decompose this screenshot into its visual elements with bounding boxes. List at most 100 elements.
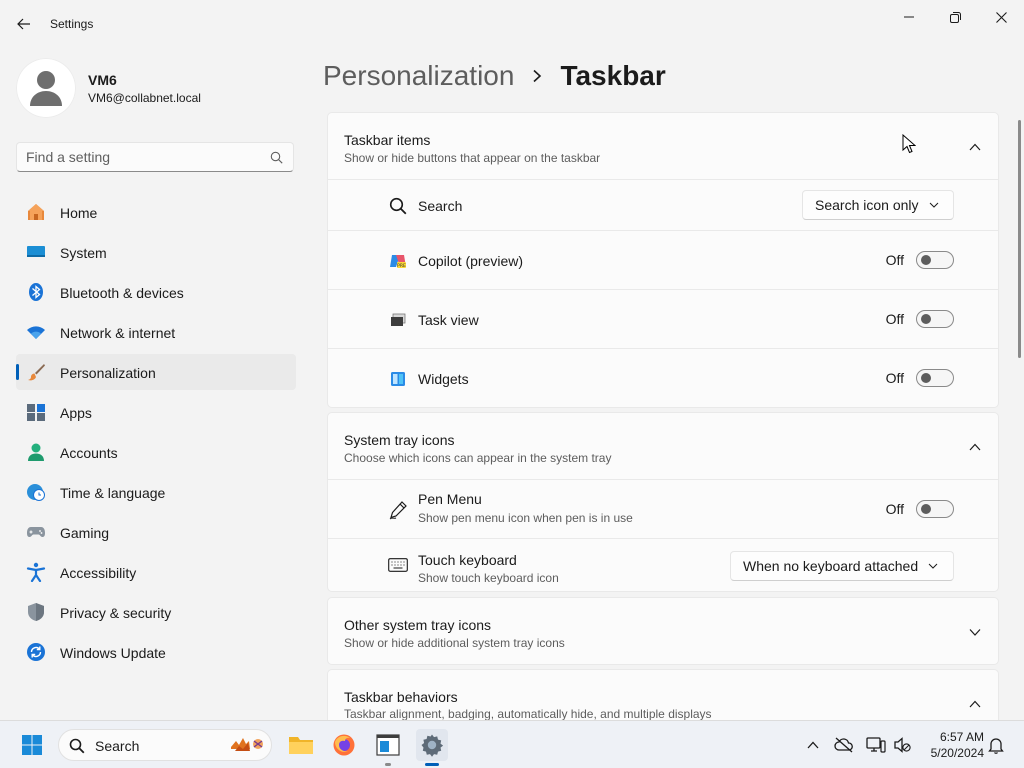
settings-search[interactable] xyxy=(16,142,294,172)
taskbar-app-button[interactable] xyxy=(372,729,404,766)
toggle-switch[interactable] xyxy=(916,500,954,518)
mouse-cursor-icon xyxy=(902,134,916,154)
brush-icon xyxy=(26,362,46,382)
search-row: Search Search icon only xyxy=(328,179,998,230)
toggle-switch[interactable] xyxy=(916,369,954,387)
toggle-switch[interactable] xyxy=(916,251,954,269)
touch-keyboard-row: Touch keyboard Show touch keyboard icon … xyxy=(328,538,998,591)
search-highlight-icon xyxy=(231,738,263,751)
taskbar-items-card: Taskbar items Show or hide buttons that … xyxy=(327,112,999,408)
pen-menu-row: Pen Menu Show pen menu icon when pen is … xyxy=(328,479,998,538)
notification-bell-icon[interactable] xyxy=(986,735,1006,755)
sidebar-item-gaming[interactable]: Gaming xyxy=(16,514,296,550)
task-view-icon xyxy=(388,310,408,330)
maximize-button[interactable] xyxy=(932,4,978,30)
copilot-icon: PRE xyxy=(388,251,408,271)
svg-text:PRE: PRE xyxy=(397,263,406,269)
firefox-icon xyxy=(333,734,355,756)
gear-icon xyxy=(421,734,444,757)
windows-taskbar: Search 6:57 AM 5/20/2024 xyxy=(0,720,1024,768)
show-hidden-icons-chevron-icon[interactable] xyxy=(803,735,823,755)
task-view-toggle[interactable]: Off xyxy=(886,310,954,328)
sidebar-item-privacy[interactable]: Privacy & security xyxy=(16,594,296,630)
breadcrumb-parent[interactable]: Personalization xyxy=(323,60,514,92)
sidebar-item-system[interactable]: System xyxy=(16,234,296,270)
breadcrumb: Personalization Taskbar xyxy=(323,58,666,94)
pen-icon xyxy=(388,500,408,520)
widgets-row: Widgets Off xyxy=(328,348,998,407)
copilot-row: PRE Copilot (preview) Off xyxy=(328,230,998,289)
network-icon[interactable] xyxy=(866,735,886,755)
chevron-right-icon xyxy=(532,69,542,83)
touch-keyboard-dropdown[interactable]: When no keyboard attached xyxy=(730,551,954,581)
gamepad-icon xyxy=(26,522,46,542)
accessibility-icon xyxy=(26,562,46,582)
user-avatar-icon xyxy=(30,71,62,106)
file-explorer-button[interactable] xyxy=(285,729,317,761)
clock-date: 5/20/2024 xyxy=(930,746,984,760)
sidebar-item-windows-update[interactable]: Windows Update xyxy=(16,634,296,670)
folder-icon xyxy=(289,737,313,754)
minimize-button[interactable] xyxy=(886,4,932,30)
clock-time: 6:57 AM xyxy=(939,730,984,744)
keyboard-icon xyxy=(388,555,408,575)
search-mode-dropdown[interactable]: Search icon only xyxy=(802,190,954,220)
search-input[interactable] xyxy=(26,143,266,171)
volume-muted-icon[interactable] xyxy=(892,735,912,755)
pen-menu-toggle[interactable]: Off xyxy=(886,500,954,518)
task-view-row: Task view Off xyxy=(328,289,998,348)
chevron-down-icon xyxy=(929,202,939,208)
sidebar-item-accessibility[interactable]: Accessibility xyxy=(16,554,296,590)
user-profile[interactable]: VM6 VM6@collabnet.local xyxy=(16,58,296,118)
sidebar-item-time-language[interactable]: Time & language xyxy=(16,474,296,510)
toggle-switch[interactable] xyxy=(916,310,954,328)
other-tray-card[interactable]: Other system tray icons Show or hide add… xyxy=(327,597,999,665)
close-button[interactable] xyxy=(978,4,1024,30)
chevron-down-icon xyxy=(928,563,938,569)
wifi-icon xyxy=(26,322,46,342)
accounts-icon xyxy=(26,442,46,462)
shield-icon xyxy=(26,602,46,622)
back-button[interactable] xyxy=(10,10,38,38)
home-icon xyxy=(26,202,46,222)
search-icon[interactable] xyxy=(270,151,283,164)
clock-globe-icon xyxy=(26,482,46,502)
behaviors-card[interactable]: Taskbar behaviors Taskbar alignment, bad… xyxy=(327,669,999,721)
sidebar-item-accounts[interactable]: Accounts xyxy=(16,434,296,470)
minimize-icon xyxy=(904,16,914,18)
profile-name: VM6 xyxy=(88,72,117,88)
app-title: Settings xyxy=(50,17,94,31)
widgets-toggle[interactable]: Off xyxy=(886,369,954,387)
search-icon xyxy=(69,738,85,754)
taskbar-items-header[interactable]: Taskbar items Show or hide buttons that … xyxy=(328,113,998,179)
copilot-toggle[interactable]: Off xyxy=(886,251,954,269)
chevron-up-icon[interactable] xyxy=(968,440,982,454)
sidebar-item-network[interactable]: Network & internet xyxy=(16,314,296,350)
sidebar-nav: Home System Bluetooth & devices Network … xyxy=(16,194,296,674)
chevron-up-icon[interactable] xyxy=(968,697,982,711)
chevron-down-icon[interactable] xyxy=(968,625,982,639)
widgets-icon xyxy=(388,369,408,389)
update-icon xyxy=(26,642,46,662)
system-tray-header[interactable]: System tray icons Choose which icons can… xyxy=(328,413,998,479)
taskbar-search[interactable]: Search xyxy=(58,729,272,761)
back-arrow-icon xyxy=(17,18,30,30)
scrollbar-thumb[interactable] xyxy=(1018,120,1021,358)
bluetooth-icon xyxy=(26,282,46,302)
firefox-button[interactable] xyxy=(328,729,360,761)
cloud-offline-icon[interactable] xyxy=(834,735,854,755)
start-button[interactable] xyxy=(16,729,48,761)
settings-taskbar-button[interactable] xyxy=(416,729,448,766)
sidebar-item-home[interactable]: Home xyxy=(16,194,296,230)
close-icon xyxy=(995,11,1007,23)
sidebar-item-personalization[interactable]: Personalization xyxy=(16,354,296,390)
windows-logo-icon xyxy=(22,735,42,755)
system-icon xyxy=(26,242,46,262)
sidebar-item-bluetooth[interactable]: Bluetooth & devices xyxy=(16,274,296,310)
apps-icon xyxy=(26,402,46,422)
restore-icon xyxy=(949,11,961,23)
avatar xyxy=(16,58,76,118)
sidebar-item-apps[interactable]: Apps xyxy=(16,394,296,430)
chevron-up-icon[interactable] xyxy=(968,140,982,154)
taskbar-clock[interactable]: 6:57 AM 5/20/2024 xyxy=(918,729,984,761)
